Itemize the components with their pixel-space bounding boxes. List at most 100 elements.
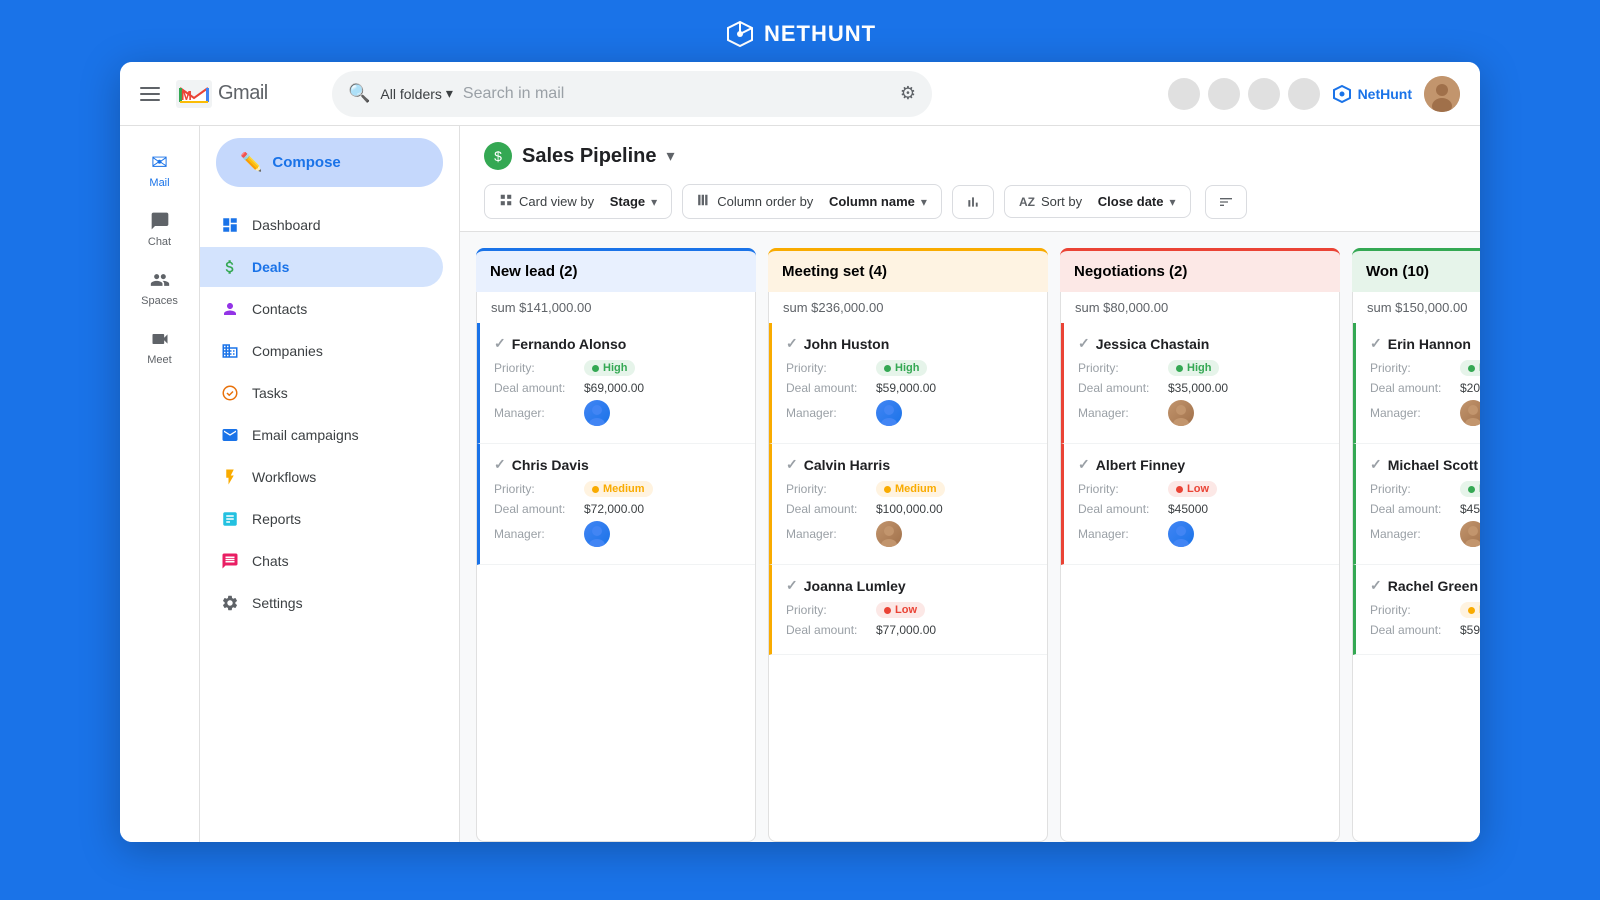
deal-name-text-calvin: Calvin Harris [804, 457, 890, 473]
priority-label: Priority: [494, 361, 584, 375]
deal-field-manager-calvin: Manager: [786, 521, 1033, 547]
filter-icon[interactable]: ⚙ [900, 83, 916, 104]
pipeline-chevron-icon[interactable]: ▾ [667, 146, 675, 166]
deal-name-calvin: ✓ Calvin Harris [786, 456, 1033, 473]
nav-item-companies[interactable]: Companies [200, 331, 443, 371]
spaces-label: Spaces [141, 295, 178, 307]
deal-name-michael: ✓ Michael Scott [1370, 456, 1480, 473]
deal-field-manager-jessica: Manager: [1078, 400, 1325, 426]
nav-dot-4[interactable] [1288, 78, 1320, 110]
nav-item-reports[interactable]: Reports [200, 499, 443, 539]
sidebar-icon-meet[interactable]: Meet [120, 319, 199, 374]
col-cards-new-lead: ✓ Fernando Alonso Priority: High [476, 323, 756, 842]
deal-field-amount-calvin: Deal amount: $100,000.00 [786, 502, 1033, 516]
amount-value-michael: $45000 [1460, 502, 1480, 516]
hamburger-menu[interactable] [140, 87, 160, 101]
chart-view-button[interactable] [952, 185, 994, 219]
nav-dot-1[interactable] [1168, 78, 1200, 110]
deal-field-amount-rachel: Deal amount: $59,000.00 [1370, 623, 1480, 637]
deal-name-text-albert: Albert Finney [1096, 457, 1185, 473]
check-icon: ✓ [1370, 456, 1382, 473]
deal-name-rachel: ✓ Rachel Green [1370, 577, 1480, 594]
amount-label: Deal amount: [1370, 623, 1460, 637]
deal-name-joanna: ✓ Joanna Lumley [786, 577, 1033, 594]
search-input[interactable]: Search in mail [463, 85, 890, 103]
amount-label: Deal amount: [786, 381, 876, 395]
sort-order-button[interactable] [1205, 185, 1247, 219]
search-icon: 🔍 [348, 83, 370, 104]
deal-card-jessica: ✓ Jessica Chastain Priority: High [1061, 323, 1339, 444]
column-order-icon [697, 193, 711, 210]
folder-select[interactable]: All folders ▾ [380, 85, 453, 102]
user-avatar[interactable] [1424, 76, 1460, 112]
deal-field-manager-albert: Manager: [1078, 521, 1325, 547]
sidebar-icon-mail[interactable]: ✉ Mail [120, 142, 199, 197]
amount-label: Deal amount: [1078, 381, 1168, 395]
nav-item-email-campaigns[interactable]: Email campaigns [200, 415, 443, 455]
column-order-button[interactable]: Column order by Column name ▾ [682, 184, 942, 219]
nav-item-tasks[interactable]: Tasks [200, 373, 443, 413]
manager-avatar-erin [1460, 400, 1480, 426]
deal-field-priority-albert: Priority: Low [1078, 481, 1325, 497]
nav-chats-label: Chats [252, 553, 289, 569]
col-sum-won: sum $150,000.00 [1352, 292, 1480, 323]
nav-item-settings[interactable]: Settings [200, 583, 443, 623]
col-cards-negotiations: ✓ Jessica Chastain Priority: High [1060, 323, 1340, 842]
deal-name-text-michael: Michael Scott [1388, 457, 1478, 473]
card-view-button[interactable]: Card view by Stage ▾ [484, 184, 672, 219]
nethunt-logo-icon [724, 18, 756, 50]
chats-icon [220, 551, 240, 571]
body-layout: ✉ Mail Chat Spaces Meet [120, 126, 1480, 842]
sidebar-icon-spaces[interactable]: Spaces [120, 260, 199, 315]
priority-label: Priority: [1370, 482, 1460, 496]
manager-label: Manager: [1370, 406, 1460, 420]
pipeline-title: Sales Pipeline [522, 145, 657, 168]
compose-button[interactable]: ✏️ Compose [216, 138, 443, 187]
nav-dot-3[interactable] [1248, 78, 1280, 110]
priority-dot [1468, 607, 1475, 614]
search-bar[interactable]: 🔍 All folders ▾ Search in mail ⚙ [332, 71, 932, 117]
nav-item-dashboard[interactable]: Dashboard [200, 205, 443, 245]
priority-dot [1468, 486, 1475, 493]
tasks-icon [220, 383, 240, 403]
col-header-negotiations: Negotiations (2) [1060, 248, 1340, 292]
deal-name-jessica: ✓ Jessica Chastain [1078, 335, 1325, 352]
kanban-column-meeting-set: Meeting set (4) sum $236,000.00 ✓ John H… [768, 248, 1048, 842]
manager-label: Manager: [786, 406, 876, 420]
sort-lines-icon [1218, 194, 1234, 210]
deal-field-manager-erin: Manager: [1370, 400, 1480, 426]
col-cards-won: ✓ Erin Hannon Priority: High [1352, 323, 1480, 842]
amount-value-rachel: $59,000.00 [1460, 623, 1480, 637]
nav-item-contacts[interactable]: Contacts [200, 289, 443, 329]
deal-name-chris: ✓ Chris Davis [494, 456, 741, 473]
manager-label: Manager: [494, 406, 584, 420]
nav-item-chats[interactable]: Chats [200, 541, 443, 581]
col-sum-negotiations: sum $80,000.00 [1060, 292, 1340, 323]
priority-label: Priority: [1370, 361, 1460, 375]
amount-value-erin: $20,000.00 [1460, 381, 1480, 395]
nav-item-deals[interactable]: Deals [200, 247, 443, 287]
deal-name-text-rachel: Rachel Green [1388, 578, 1478, 594]
deal-card-michael: ✓ Michael Scott Priority: High [1353, 444, 1480, 565]
amount-label: Deal amount: [1078, 502, 1168, 516]
check-icon: ✓ [786, 335, 798, 352]
col-sum-value-won: sum $150,000.00 [1367, 300, 1467, 315]
deal-card-fernando: ✓ Fernando Alonso Priority: High [477, 323, 755, 444]
deals-icon [220, 257, 240, 277]
amount-value-chris: $72,000.00 [584, 502, 644, 516]
deal-field-amount-joanna: Deal amount: $77,000.00 [786, 623, 1033, 637]
col-header-meeting-set: Meeting set (4) [768, 248, 1048, 292]
nav-item-workflows[interactable]: Workflows [200, 457, 443, 497]
dot-nav [1168, 78, 1320, 110]
spaces-icon [148, 268, 172, 292]
sort-by-chevron-icon: ▾ [1170, 195, 1176, 209]
amount-value-albert: $45000 [1168, 502, 1208, 516]
deal-name-text-chris: Chris Davis [512, 457, 589, 473]
nav-dot-2[interactable] [1208, 78, 1240, 110]
nethunt-nav-header[interactable]: NetHunt [1332, 84, 1412, 104]
priority-label: Priority: [1078, 482, 1168, 496]
sidebar-icon-chat[interactable]: Chat [120, 201, 199, 256]
sort-by-button[interactable]: AZ Sort by Close date ▾ [1004, 185, 1191, 218]
nav-deals-label: Deals [252, 259, 289, 275]
col-title-negotiations: Negotiations (2) [1074, 263, 1187, 280]
